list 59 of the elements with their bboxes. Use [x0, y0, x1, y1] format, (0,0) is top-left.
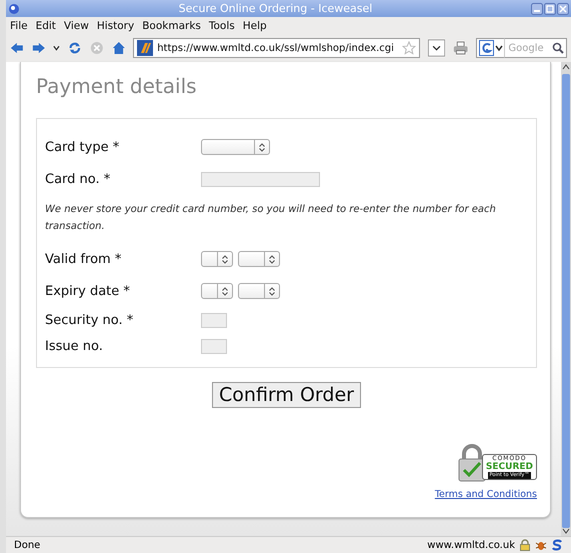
field-label: Valid from * [45, 252, 122, 266]
menu-item[interactable]: Edit [32, 20, 60, 32]
padlock-icon [519, 539, 531, 551]
input-field[interactable] [201, 172, 320, 186]
site-icon [137, 40, 154, 56]
menu-item[interactable]: View [60, 20, 93, 32]
scroll-up-icon[interactable] [562, 64, 570, 70]
app-icon [8, 2, 20, 14]
field-label: Issue no. [45, 338, 104, 354]
caret-icon [222, 254, 228, 264]
caret-icon [259, 142, 265, 152]
bug-icon [535, 539, 547, 551]
menu-item[interactable]: Help [238, 20, 271, 32]
menu-item[interactable]: Bookmarks [138, 20, 205, 32]
dropdown-icon[interactable] [428, 38, 446, 58]
scroll-thumb[interactable] [562, 74, 570, 528]
menu-item[interactable]: History [92, 20, 138, 32]
field-label: Card type * [45, 140, 120, 154]
caret-icon [222, 286, 228, 296]
star-icon[interactable] [402, 41, 416, 55]
window-title: Secure Online Ordering - Iceweasel [178, 2, 374, 15]
dropdown[interactable] [201, 283, 233, 299]
dropdown[interactable] [238, 251, 280, 267]
caret-icon [269, 286, 275, 296]
printer-icon[interactable] [453, 40, 468, 56]
reload-icon[interactable] [68, 40, 82, 56]
search-field[interactable]: Google [504, 38, 567, 58]
extension-icon [551, 539, 563, 551]
minimize-icon[interactable] [531, 2, 543, 14]
field-label: Expiry date * [45, 284, 131, 298]
status-text: Done [14, 540, 40, 550]
scrollbar[interactable] [561, 62, 571, 536]
field-label: Card no. * [45, 172, 112, 186]
input-field[interactable] [201, 312, 227, 328]
caret-icon [269, 254, 275, 264]
field-label: Security no. * [45, 312, 134, 328]
menu-item[interactable]: File [6, 20, 32, 32]
forward-icon[interactable] [32, 41, 46, 55]
dropdown[interactable] [201, 139, 270, 155]
confirm-button[interactable]: Confirm Order [212, 382, 361, 408]
search-engine-button[interactable] [476, 38, 504, 58]
address-field[interactable]: https://www.wmltd.co.uk/ssl/wmlshop/index.cgi [133, 38, 420, 58]
maximize-icon[interactable] [544, 2, 556, 14]
dropdown[interactable] [201, 251, 233, 267]
terms-link[interactable]: Terms and Conditions [434, 489, 537, 500]
search-icon[interactable] [552, 42, 564, 54]
search-engine-icon [479, 40, 504, 56]
seal-status: SECURED [484, 462, 534, 472]
back-icon[interactable] [10, 41, 24, 55]
dropdown[interactable] [238, 283, 280, 299]
scroll-down-icon[interactable] [562, 528, 570, 534]
home-icon[interactable] [112, 40, 126, 56]
page-heading: Payment details [36, 74, 197, 98]
input-field[interactable] [201, 338, 227, 354]
dropdown-icon[interactable] [53, 45, 60, 51]
close-icon[interactable] [557, 2, 569, 14]
status-site: www.wmltd.co.uk [427, 540, 515, 550]
menu-item[interactable]: Tools [204, 20, 239, 32]
note-text: We never store your credit card number, so you will need to re-enter the number for each transaction. [45, 203, 497, 234]
